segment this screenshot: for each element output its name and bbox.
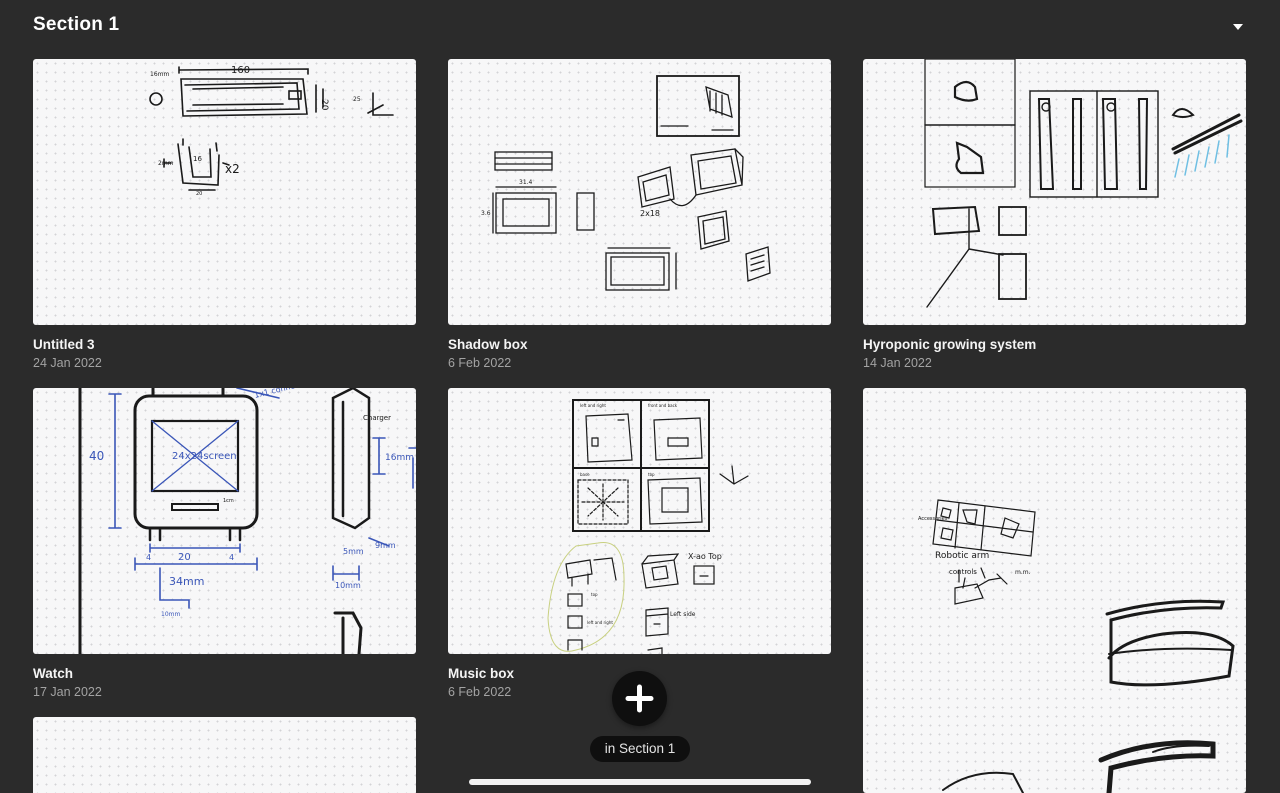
sketch-text: 20 [196, 191, 202, 197]
svg-text:front and back: front and back [648, 403, 678, 408]
svg-text:left and right: left and right [580, 403, 606, 408]
note-card-music-box[interactable]: X-ao Top Left side left and right top le… [448, 388, 831, 699]
sketch-text: 16mm [150, 71, 169, 78]
svg-text:3.6: 3.6 [481, 210, 491, 217]
sketch-text: Robotic arm [935, 551, 989, 561]
sketch-text: 4 [146, 553, 151, 562]
note-thumbnail[interactable] [33, 717, 416, 793]
svg-text:m.m.: m.m. [1015, 569, 1031, 576]
svg-text:Accessories: Accessories [918, 516, 948, 522]
home-indicator[interactable] [469, 779, 811, 785]
note-date: 6 Feb 2022 [448, 356, 512, 370]
note-card-untitled-3[interactable]: 160 16mm 20 25 x2 16 2mm 20 Untitled 3 2… [33, 59, 416, 370]
sketch-text: 5mm [343, 547, 364, 556]
note-title: Shadow box [448, 337, 528, 352]
note-title: Hyroponic growing system [863, 337, 1037, 352]
svg-text:2x18: 2x18 [640, 209, 660, 218]
sketch-text: Left side [670, 611, 696, 618]
note-card-hyroponic-growing-system[interactable]: Hyroponic growing system 14 Jan 2022 [863, 59, 1246, 370]
note-thumbnail[interactable] [863, 59, 1246, 325]
note-card-robotic-arm[interactable]: Robotic arm controls m.m. Accessories [863, 388, 1246, 793]
note-thumbnail[interactable]: X-ao Top Left side left and right top le… [448, 388, 831, 654]
sketch-text: 1cm [223, 498, 234, 504]
sketch-text: 2mm [158, 160, 174, 167]
section-title: Section 1 [33, 14, 120, 35]
svg-text:31.4: 31.4 [519, 179, 533, 186]
sketch-text: 16 [193, 155, 202, 163]
sketch-text: 20 [319, 99, 329, 111]
sketch-text: 20 [178, 552, 191, 563]
svg-text:left and right: left and right [587, 620, 613, 625]
sketch-text: 1x1 connector [253, 388, 312, 400]
plus-icon [625, 684, 654, 713]
svg-text:top: top [648, 472, 655, 477]
note-title: Untitled 3 [33, 337, 95, 352]
note-card-partial[interactable] [33, 717, 416, 793]
svg-text:top: top [591, 592, 598, 597]
sketch-text: 10mm [335, 581, 361, 590]
note-thumbnail[interactable]: 160 16mm 20 25 x2 16 2mm 20 [33, 59, 416, 325]
triangle-down-icon[interactable] [1230, 22, 1246, 32]
sketch-text: 160 [231, 65, 250, 76]
sketch-text: 34mm [169, 575, 204, 588]
sketch-text: Charger [363, 414, 391, 422]
note-thumbnail[interactable]: Robotic arm controls m.m. Accessories [863, 388, 1246, 793]
note-thumbnail[interactable]: 2x18 31.4 3.6 [448, 59, 831, 325]
add-note-button[interactable] [612, 671, 667, 726]
note-date: 14 Jan 2022 [863, 356, 932, 370]
sketch-text: 40 [89, 449, 104, 463]
note-date: 17 Jan 2022 [33, 685, 102, 699]
sketch-text: x2 [225, 162, 240, 176]
sketch-text: 10mm [161, 611, 180, 618]
note-card-shadow-box[interactable]: 2x18 31.4 3.6 Shadow box 6 Feb 2022 [448, 59, 831, 370]
sketch-text: 9mm [375, 541, 396, 550]
sketch-text: 24x24screen [172, 451, 237, 462]
note-title: Watch [33, 666, 73, 681]
sketch-text: controls [949, 568, 977, 576]
note-date: 24 Jan 2022 [33, 356, 102, 370]
note-card-watch[interactable]: 40 24x24screen 20 34mm 4 4 16mm 5mm 10mm… [33, 388, 416, 699]
sketch-text: 25 [353, 96, 361, 103]
sketch-text: 4 [229, 553, 234, 562]
sketch-text: X-ao Top [688, 552, 722, 561]
svg-text:base: base [580, 472, 590, 477]
add-location-label: in Section 1 [590, 736, 690, 762]
sketch-text: 16mm [385, 453, 414, 463]
note-thumbnail[interactable]: 40 24x24screen 20 34mm 4 4 16mm 5mm 10mm… [33, 388, 416, 654]
